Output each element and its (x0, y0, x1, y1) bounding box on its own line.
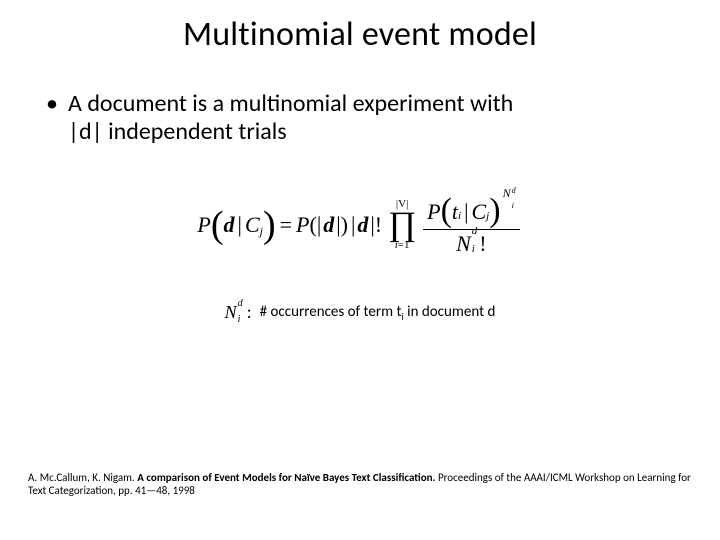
num-paren-open-icon: ( (441, 196, 452, 227)
formula-C-lhs: C (245, 212, 260, 238)
formula-equals: = (280, 212, 292, 238)
slide-title: Multinomial event model (0, 14, 720, 55)
bullet-text: A document is a multinomial experiment w… (68, 90, 676, 147)
den-sub: i (472, 245, 478, 255)
formula-d-lhs: d (224, 212, 235, 238)
legend-text-after: in document d (404, 303, 496, 321)
num-exponent: N d i (503, 188, 516, 207)
formula-plen-close: |) (336, 212, 348, 238)
citation: A. Mc.Callum, K. Nigam. A comparison of … (28, 471, 692, 499)
formula-bar-lhs: | (238, 212, 242, 238)
paren-close-icon: ) (263, 208, 276, 242)
formula-plen-open: (| (310, 212, 322, 238)
fraction-denominator: N d i ! (452, 231, 491, 256)
num-bar: | (464, 200, 468, 223)
den-sup: d (472, 227, 478, 237)
num-paren-close-icon: ) (489, 196, 500, 227)
legend-N: N (225, 302, 237, 323)
formula-fact-bang: ! (375, 212, 382, 238)
formula-fact-open: | (351, 212, 355, 238)
fraction-numerator: P ( t i | C j ) N d i (423, 195, 519, 228)
num-P: P (427, 200, 440, 223)
product-operator: |V| ∏ i=1 (388, 199, 416, 251)
legend-colon: : (247, 302, 252, 323)
formula-plen-d: d (323, 212, 334, 238)
bullet-item: • A document is a multinomial experiment… (46, 90, 676, 147)
citation-authors: A. Mc.Callum, K. Nigam. (28, 471, 137, 484)
citation-title: A comparison of Event Models for Naïve B… (137, 471, 435, 484)
bullet-marker-icon: • (46, 90, 68, 147)
paren-open-icon: ( (211, 208, 224, 242)
bullet-line-1: A document is a multinomial experiment w… (68, 89, 513, 118)
num-t-sub: i (458, 211, 461, 223)
num-C: C (471, 200, 486, 223)
num-exp-N: N (503, 186, 511, 200)
legend-symbol: N d i : (225, 302, 252, 323)
bullet-block: • A document is a multinomial experiment… (46, 90, 676, 147)
formula-P-len: P (296, 212, 309, 238)
legend-sub: i (238, 315, 243, 324)
formula: P ( d | C j ) = P (| d |) | d | ! |V| ∏ … (0, 195, 720, 256)
fraction: P ( t i | C j ) N d i (423, 195, 519, 256)
formula-P-lhs: P (197, 212, 210, 238)
legend-text: # occurrences of term ti in document d (260, 303, 496, 323)
legend-sup: d (238, 299, 243, 308)
product-symbol-icon: ∏ (388, 208, 416, 242)
legend-row: N d i : # occurrences of term ti in docu… (0, 302, 720, 323)
num-exp-sup: d (512, 187, 516, 194)
formula-fact-d: d (357, 212, 368, 238)
bullet-line-2: |d| independent trials (68, 117, 287, 146)
slide: Multinomial event model • A document is … (0, 0, 720, 540)
legend-text-before: # occurrences of term t (260, 303, 402, 321)
den-N: N (456, 232, 471, 255)
num-exp-sub: i (512, 202, 516, 209)
den-bang: ! (479, 232, 486, 255)
